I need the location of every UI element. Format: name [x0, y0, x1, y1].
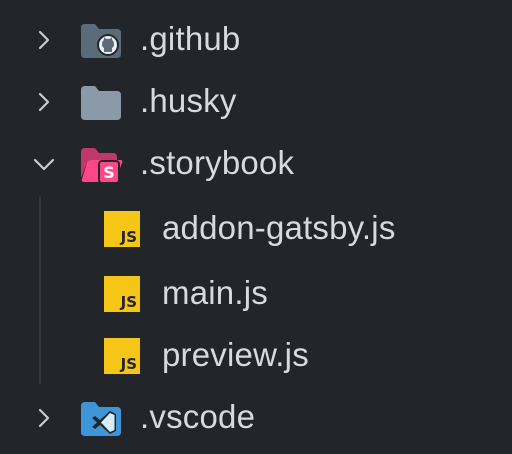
- folder-vscode-icon: [79, 398, 123, 438]
- chevron-right-icon[interactable]: [28, 24, 60, 56]
- tree-item-husky-folder[interactable]: .husky: [0, 71, 512, 133]
- chevron-right-icon[interactable]: [28, 86, 60, 118]
- folder-github-icon: [79, 20, 123, 60]
- tree-item-label: addon-gatsby.js: [162, 209, 396, 247]
- javascript-file-icon: JS: [104, 276, 140, 312]
- tree-item-main-file[interactable]: JS main.js: [0, 263, 512, 325]
- file-explorer-tree: .github .husky S .storybook JS addon-gat…: [0, 0, 512, 454]
- tree-item-storybook-folder[interactable]: S .storybook: [0, 133, 512, 195]
- chevron-down-icon[interactable]: [28, 148, 60, 180]
- tree-item-preview-file[interactable]: JS preview.js: [0, 325, 512, 387]
- tree-item-vscode-folder[interactable]: .vscode: [0, 387, 512, 449]
- tree-item-github-folder[interactable]: .github: [0, 9, 512, 71]
- folder-storybook-open-icon: S: [79, 144, 123, 184]
- javascript-file-icon: JS: [104, 338, 140, 374]
- tree-item-label: main.js: [162, 274, 268, 312]
- folder-icon: [79, 82, 123, 122]
- tree-item-label: .storybook: [140, 144, 295, 182]
- svg-text:S: S: [103, 163, 115, 182]
- tree-item-label: .husky: [140, 82, 237, 120]
- tree-item-addon-gatsby-file[interactable]: JS addon-gatsby.js: [0, 198, 512, 260]
- tree-item-label: .github: [140, 20, 241, 58]
- tree-item-label: .vscode: [140, 398, 256, 436]
- chevron-right-icon[interactable]: [28, 402, 60, 434]
- tree-item-label: preview.js: [162, 336, 309, 374]
- javascript-file-icon: JS: [104, 211, 140, 247]
